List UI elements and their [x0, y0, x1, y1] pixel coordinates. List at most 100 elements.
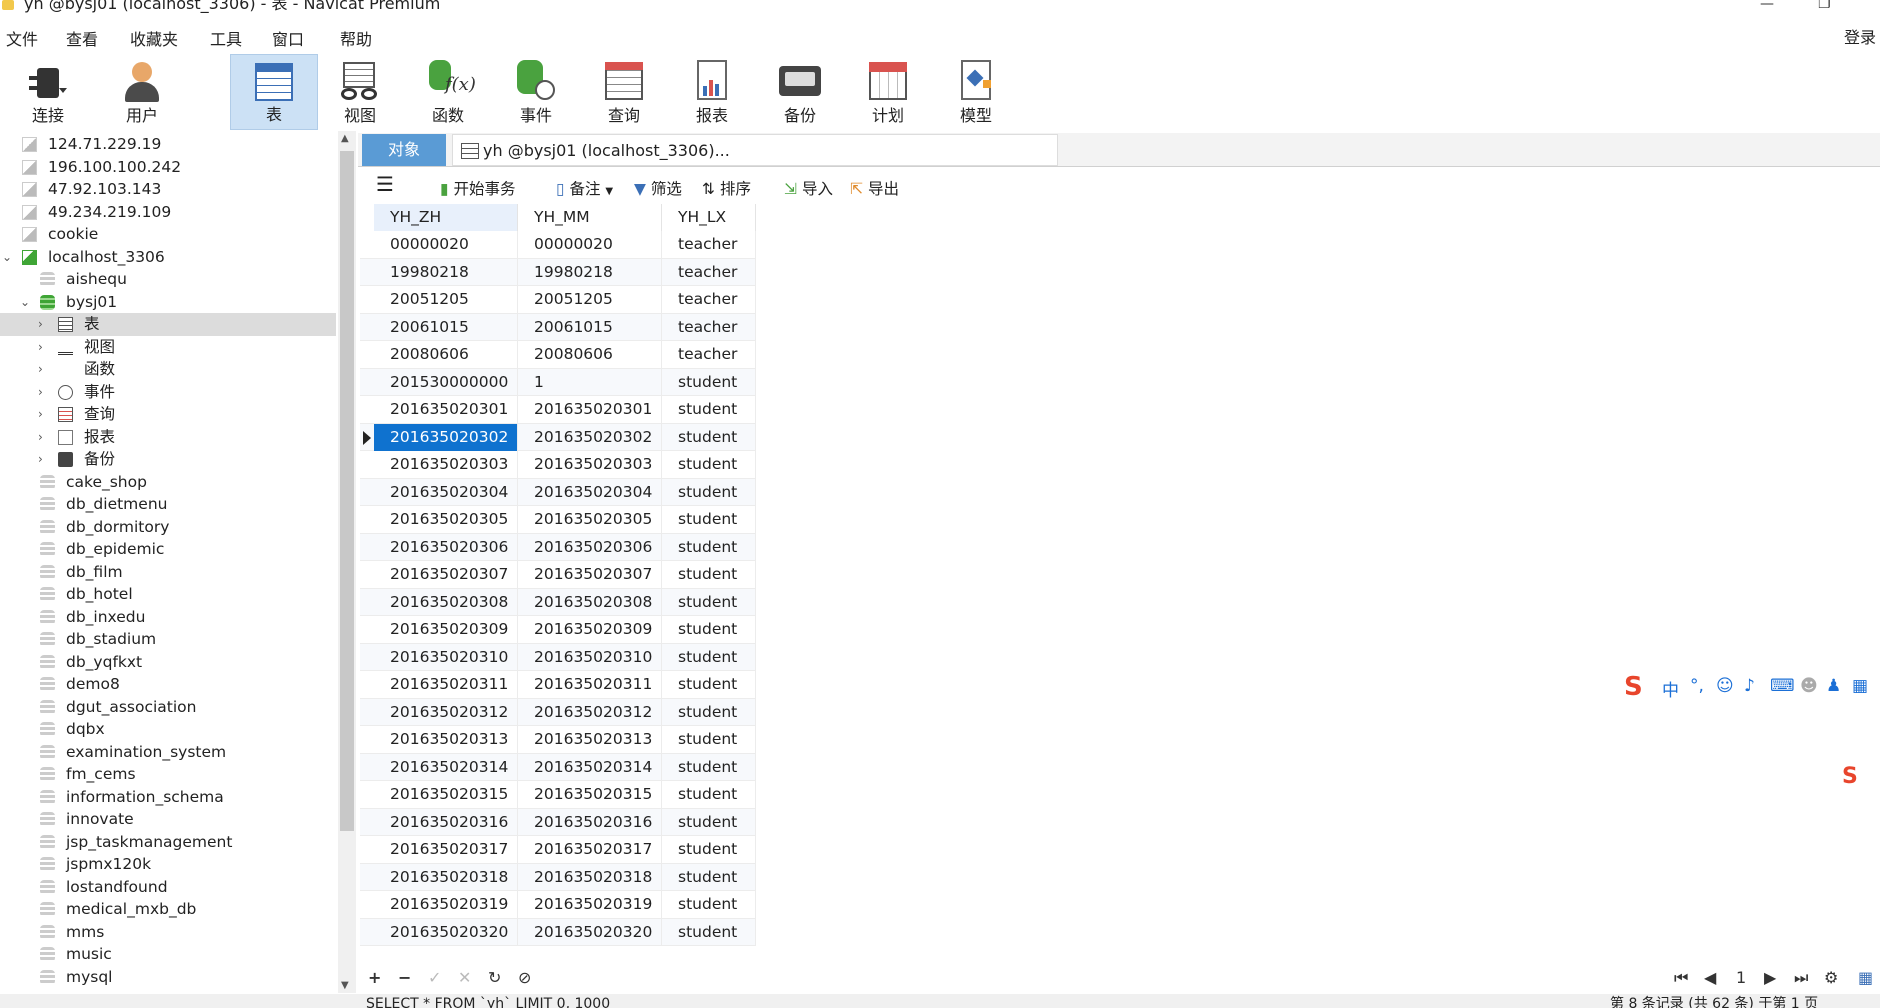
database-item[interactable]: db_yqfkxt	[0, 651, 336, 674]
ime-emoji-icon[interactable]: ☺	[1716, 676, 1734, 696]
table-cell[interactable]: student	[662, 836, 756, 864]
table-cell[interactable]: 201635020305	[374, 506, 518, 534]
table-cell[interactable]: 201635020315	[518, 781, 662, 809]
next-page-icon[interactable]: ▶	[1764, 968, 1776, 987]
ime-punct-icon[interactable]: °,	[1690, 676, 1704, 696]
table-cell[interactable]: 201635020310	[374, 643, 518, 671]
scrollbar-thumb[interactable]	[340, 151, 354, 831]
object-type-item[interactable]: › 报表	[0, 426, 336, 449]
query-button[interactable]: 查询	[584, 54, 664, 130]
ime-keyboard-icon[interactable]: ⌨	[1770, 676, 1795, 696]
table-cell[interactable]: student	[662, 671, 756, 699]
table-cell[interactable]: student	[662, 506, 756, 534]
table-row[interactable]: 201635020311 201635020311 student	[360, 671, 756, 699]
object-type-item[interactable]: › 查询	[0, 403, 336, 426]
table-cell[interactable]: 201635020302	[518, 423, 662, 451]
table-cell[interactable]: student	[662, 451, 756, 479]
database-item[interactable]: db_dormitory	[0, 516, 336, 539]
chevron-right-icon[interactable]: ›	[38, 336, 43, 359]
table-cell[interactable]: student	[662, 368, 756, 396]
database-item[interactable]: jspmx120k	[0, 853, 336, 876]
table-row[interactable]: 201635020319 201635020319 student	[360, 891, 756, 919]
table-row[interactable]: 201635020316 201635020316 student	[360, 808, 756, 836]
table-row[interactable]: 201635020306 201635020306 student	[360, 533, 756, 561]
table-cell[interactable]: 1	[518, 368, 662, 396]
ime-skin-icon[interactable]: ♟	[1826, 676, 1841, 696]
import-button[interactable]: ⇲ 导入	[784, 177, 833, 199]
table-row[interactable]: 19980218 19980218 teacher	[360, 258, 756, 286]
table-cell[interactable]: 201635020317	[518, 836, 662, 864]
table-cell[interactable]: student	[662, 561, 756, 589]
sort-button[interactable]: ⇅ 排序	[702, 177, 751, 199]
login-link[interactable]: 登录	[1844, 24, 1876, 48]
chevron-down-icon[interactable]: ⌄	[20, 291, 30, 314]
connection-item[interactable]: 49.234.219.109	[0, 201, 336, 224]
table-cell[interactable]: teacher	[662, 258, 756, 286]
table-row[interactable]: 201635020309 201635020309 student	[360, 616, 756, 644]
connection-localhost[interactable]: ⌄ localhost_3306	[0, 246, 336, 269]
event-button[interactable]: 事件	[496, 54, 576, 130]
table-cell[interactable]: teacher	[662, 313, 756, 341]
table-cell[interactable]: 19980218	[374, 258, 518, 286]
table-cell[interactable]: 201635020309	[518, 616, 662, 644]
database-item[interactable]: mysql	[0, 966, 336, 989]
table-cell[interactable]: 20051205	[518, 286, 662, 314]
table-cell[interactable]: 20080606	[374, 341, 518, 369]
table-row[interactable]: 00000020 00000020 teacher	[360, 231, 756, 259]
table-cell[interactable]: 201635020314	[518, 753, 662, 781]
connect-button[interactable]: 连接	[8, 54, 88, 130]
database-item[interactable]: examination_system	[0, 741, 336, 764]
column-header-yh-mm[interactable]: YH_MM	[518, 204, 662, 231]
filter-button[interactable]: ▼ 筛选	[634, 177, 682, 199]
page-number[interactable]: 1	[1736, 968, 1746, 987]
object-type-item[interactable]: › 事件	[0, 381, 336, 404]
table-cell[interactable]: 201635020305	[518, 506, 662, 534]
table-cell[interactable]: 201635020306	[374, 533, 518, 561]
table-cell[interactable]: 19980218	[518, 258, 662, 286]
database-item[interactable]: fm_cems	[0, 763, 336, 786]
table-row[interactable]: 201635020304 201635020304 student	[360, 478, 756, 506]
object-type-item[interactable]: › 表	[0, 313, 336, 336]
ime-chinese-icon[interactable]: 中	[1662, 676, 1679, 701]
database-item[interactable]: information_schema	[0, 786, 336, 809]
table-row[interactable]: 201635020307 201635020307 student	[360, 561, 756, 589]
table-cell[interactable]: student	[662, 753, 756, 781]
apply-icon[interactable]: ✓	[428, 968, 441, 987]
table-cell[interactable]: student	[662, 478, 756, 506]
object-type-item[interactable]: › 备份	[0, 448, 336, 471]
table-cell[interactable]: 201635020304	[518, 478, 662, 506]
table-cell[interactable]: 201635020308	[374, 588, 518, 616]
database-item[interactable]: demo8	[0, 673, 336, 696]
table-cell[interactable]: 201635020313	[374, 726, 518, 754]
ime-user-icon[interactable]: ☻	[1800, 676, 1818, 696]
table-row[interactable]: 20051205 20051205 teacher	[360, 286, 756, 314]
stop-icon[interactable]: ⊘	[518, 968, 531, 987]
export-button[interactable]: ⇱ 导出	[850, 177, 899, 199]
table-row[interactable]: 20080606 20080606 teacher	[360, 341, 756, 369]
table-button[interactable]: 表	[230, 54, 318, 130]
table-cell[interactable]: teacher	[662, 286, 756, 314]
connection-item[interactable]: cookie	[0, 223, 336, 246]
table-cell[interactable]: 201635020307	[374, 561, 518, 589]
first-page-icon[interactable]: ⏮	[1674, 968, 1688, 988]
table-row[interactable]: 201530000000 1 student	[360, 368, 756, 396]
delete-row-icon[interactable]: −	[398, 968, 411, 987]
database-item[interactable]: db_hotel	[0, 583, 336, 606]
table-cell[interactable]: 201635020313	[518, 726, 662, 754]
table-row[interactable]: 201635020308 201635020308 student	[360, 588, 756, 616]
table-cell[interactable]: 201635020312	[518, 698, 662, 726]
ime-mic-icon[interactable]: ♪	[1744, 676, 1755, 696]
table-cell[interactable]: 201530000000	[374, 368, 518, 396]
refresh-icon[interactable]: ↻	[488, 968, 501, 987]
table-cell[interactable]: student	[662, 808, 756, 836]
model-button[interactable]: 模型	[936, 54, 1016, 130]
table-cell[interactable]: student	[662, 423, 756, 451]
table-cell[interactable]: 20080606	[518, 341, 662, 369]
database-item[interactable]: db_stadium	[0, 628, 336, 651]
menu-favorites[interactable]: 收藏夹	[130, 26, 178, 50]
table-row[interactable]: 201635020315 201635020315 student	[360, 781, 756, 809]
chevron-right-icon[interactable]: ›	[38, 448, 43, 471]
menu-file[interactable]: 文件	[6, 26, 38, 50]
backup-button[interactable]: 备份	[760, 54, 840, 130]
table-cell[interactable]: 201635020314	[374, 753, 518, 781]
